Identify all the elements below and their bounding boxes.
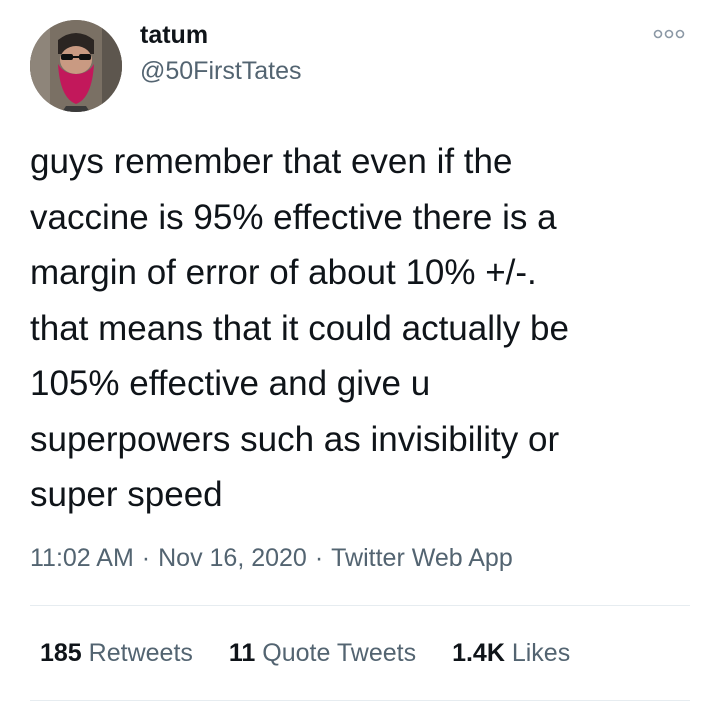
retweets-count: 185 [40,639,82,667]
retweets-label: Retweets [88,639,193,667]
divider [30,700,690,701]
retweets-stat[interactable]: 185 Retweets [40,637,193,669]
tweet-date[interactable]: Nov 16, 2020 [158,544,307,572]
quote-tweets-count: 11 [228,639,256,667]
tweet-metadata: 11:02 AM · Nov 16, 2020 · Twitter Web App [30,542,513,574]
avatar-image [30,20,122,112]
quote-tweets-label: Quote Tweets [262,639,417,667]
tweet: tatum @50FirstTates guys remember that e… [0,0,716,716]
quote-tweets-stat[interactable]: 11 Quote Tweets [229,637,416,669]
divider [30,605,690,606]
tweet-time[interactable]: 11:02 AM [30,544,134,572]
avatar[interactable] [30,20,122,112]
likes-count: 1.4K [452,639,505,667]
user-handle[interactable]: @50FirstTates [140,56,302,86]
likes-stat[interactable]: 1.4K Likes [452,637,570,669]
engagement-stats: 185 Retweets 11 Quote Tweets 1.4K Likes [40,637,570,669]
likes-label: Likes [511,639,571,667]
meta-separator: · [141,544,151,572]
more-options-icon[interactable] [650,24,690,44]
tweet-text: guys remember that even if the vaccine i… [30,142,569,514]
display-name[interactable]: tatum [140,20,208,50]
tweet-source[interactable]: Twitter Web App [331,544,513,572]
meta-separator: · [314,544,324,572]
